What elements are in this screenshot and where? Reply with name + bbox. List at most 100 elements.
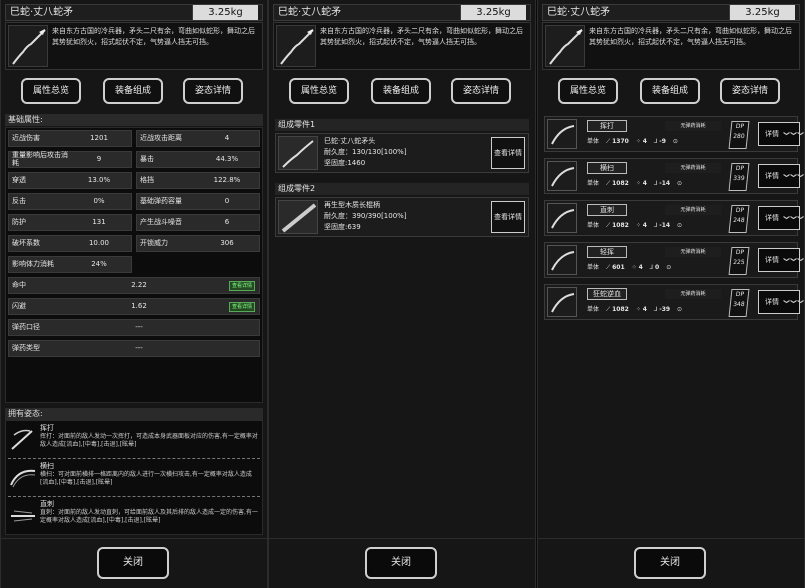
details-button[interactable]: 详情 ❯ ❯ ❯ [758,248,804,272]
accuracy-stat: ⅃ -39 [653,306,671,313]
tab-components[interactable]: 装备组成 [371,78,431,104]
details-label: 详情 [765,256,779,264]
damage-stat: ⟋ 601 [606,264,625,271]
staff-icon [278,200,318,234]
chevron-down-icon: ❯ ❯ ❯ [782,172,804,179]
accuracy-stat: ⅃ -14 [653,180,671,187]
details-button[interactable]: 详情 ❯ ❯ ❯ [758,206,804,230]
move-row: 轻挥 无弹药消耗 单体 ⟋ 601 ⁘ 4 ⅃ 0 ⊙ DP 225 详情 ❯ ❯ ❯ [544,242,804,278]
spear-icon [8,25,48,67]
view-details-button[interactable]: 查看详情 [491,201,525,233]
ammo-note: 无弹药消耗 [665,121,721,131]
stances-title: 拥有姿态: [5,408,263,420]
spearhead-icon [278,136,318,170]
attribute-value: 2.22 [131,281,147,289]
attribute-label: 破坏系数 [12,239,40,247]
attribute-cell: 破坏系数 10.00 [8,235,132,252]
details-button[interactable]: 详情 ❯ ❯ ❯ [758,290,804,314]
damage-value: 601 [612,264,625,271]
view-details-button[interactable]: 查看详情 [228,281,255,291]
range-value: 4 [642,222,647,229]
close-bar: 关闭 [269,538,535,588]
dp-value: 248 [732,217,745,224]
move-stats: 单体 ⟋ 1082 ⁘ 4 ⅃ -14 ⊙ [587,179,689,189]
attribute-label: 弹药口径 [12,323,40,331]
attribute-value: --- [135,344,143,352]
damage-value: 1370 [612,138,629,145]
move-target: 单体 [587,264,600,271]
item-description: 来自东方古国的冷兵器，矛头二尺有余，弯曲如似蛇形，舞动之后其势犹如烈火，招式起伏… [320,27,523,46]
move-icon [547,245,577,275]
item-description: 来自东方古国的冷兵器，矛头二尺有余，弯曲如似蛇形，舞动之后其势犹如烈火，招式起伏… [52,27,255,46]
range-value: 4 [642,180,647,187]
close-bar: 关闭 [538,538,804,588]
attribute-label: 开锁威力 [140,239,168,247]
attribute-cell: 暴击 44.3% [136,151,260,168]
tab-components[interactable]: 装备组成 [103,78,163,104]
thrust-icon [8,501,38,531]
attribute-cell: 近战伤害 1201 [8,130,132,147]
move-target: 单体 [587,138,600,145]
attribute-value: 44.3% [215,155,239,163]
attribute-value: 10.00 [88,239,110,247]
move-icon [547,203,577,233]
tab-overview[interactable]: 属性总览 [21,78,81,104]
accuracy-stat: ⅃ -14 [653,222,671,229]
view-details-button[interactable]: 查看详情 [228,302,255,312]
item-weight: 3.25kg [460,5,526,20]
tab-bar: 属性总览 装备组成 姿态详情 [1,78,267,106]
move-stats: 单体 ⟋ 601 ⁘ 4 ⅃ 0 ⊙ [587,263,678,273]
item-description: 来自东方古国的冷兵器，矛头二尺有余，弯曲如似蛇形，舞动之后其势犹如烈火，招式起伏… [589,27,792,46]
component-name: 再生型木质长棍柄 [324,201,380,209]
attribute-label: 穿透 [12,176,26,184]
accuracy-value: -14 [659,222,671,229]
attribute-value: 1201 [90,134,108,142]
details-button[interactable]: 详情 ❯ ❯ ❯ [758,164,804,188]
component-card: 再生型木质长棍柄 耐久度：390/390[100%] 坚固度:639 查看详情 [275,197,529,237]
speed-icon: ⊙ [666,264,672,271]
tab-components[interactable]: 装备组成 [640,78,700,104]
close-button[interactable]: 关闭 [365,547,437,579]
tab-overview[interactable]: 属性总览 [289,78,349,104]
component-title: 组成零件1 [275,119,529,131]
item-description-box: 来自东方古国的冷兵器，矛头二尺有余，弯曲如似蛇形，舞动之后其势犹如烈火，招式起伏… [542,22,800,70]
stance-text: 横扫：可对面前横排一格距离内的敌人进行一次横扫攻击,有一定概率对敌人造成[流血]… [40,471,252,486]
details-button[interactable]: 详情 ❯ ❯ ❯ [758,122,804,146]
chevron-down-icon: ❯ ❯ ❯ [782,256,804,263]
stance-list: 挥打 挥打：对面前的敌人发动一次挥打，可造成本身武器面板对应的伤害,有一定概率对… [5,420,263,535]
tab-bar: 属性总览 装备组成 姿态详情 [538,78,804,106]
item-description-box: 来自东方古国的冷兵器，矛头二尺有余，弯曲如似蛇形，舞动之后其势犹如烈火，招式起伏… [273,22,531,70]
range-stat: ⁘ 4 [635,138,647,145]
dp-value: 339 [732,175,745,182]
details-label: 详情 [765,130,779,138]
attributes-title: 基础属性: [5,114,263,126]
damage-stat: ⟋ 1082 [606,306,629,313]
view-details-button[interactable]: 查看详情 [491,137,525,169]
tab-stances[interactable]: 姿态详情 [451,78,511,104]
close-button[interactable]: 关闭 [634,547,706,579]
item-description-box: 来自东方古国的冷兵器，矛头二尺有余，弯曲如似蛇形，舞动之后其势犹如烈火，招式起伏… [5,22,263,70]
range-stat: ⁘ 4 [635,306,647,313]
tab-stances[interactable]: 姿态详情 [720,78,780,104]
attribute-label: 防护 [12,218,26,226]
attribute-label: 近战攻击距离 [140,134,182,142]
spear-icon [276,25,316,67]
attribute-value: --- [135,323,143,331]
item-name: 巳蛇·丈八蛇矛 [10,7,74,18]
chevron-down-icon: ❯ ❯ ❯ [782,298,804,305]
dp-badge: DP 280 [728,121,750,149]
range-stat: ⁘ 4 [635,222,647,229]
tab-overview[interactable]: 属性总览 [558,78,618,104]
item-name: 巳蛇·丈八蛇矛 [278,7,342,18]
close-button[interactable]: 关闭 [97,547,169,579]
damage-stat: ⟋ 1370 [606,138,629,145]
attribute-value: 0% [93,197,105,205]
ammo-note: 无弹药消耗 [665,289,721,299]
move-name: 横扫 [587,162,627,174]
move-stats: 单体 ⟋ 1082 ⁘ 4 ⅃ -39 ⊙ [587,305,689,315]
ammo-note: 无弹药消耗 [665,205,721,215]
attribute-value: 6 [224,218,230,226]
attribute-cell: 开锁威力 306 [136,235,260,252]
tab-stances[interactable]: 姿态详情 [183,78,243,104]
move-stats: 单体 ⟋ 1082 ⁘ 4 ⅃ -14 ⊙ [587,221,689,231]
